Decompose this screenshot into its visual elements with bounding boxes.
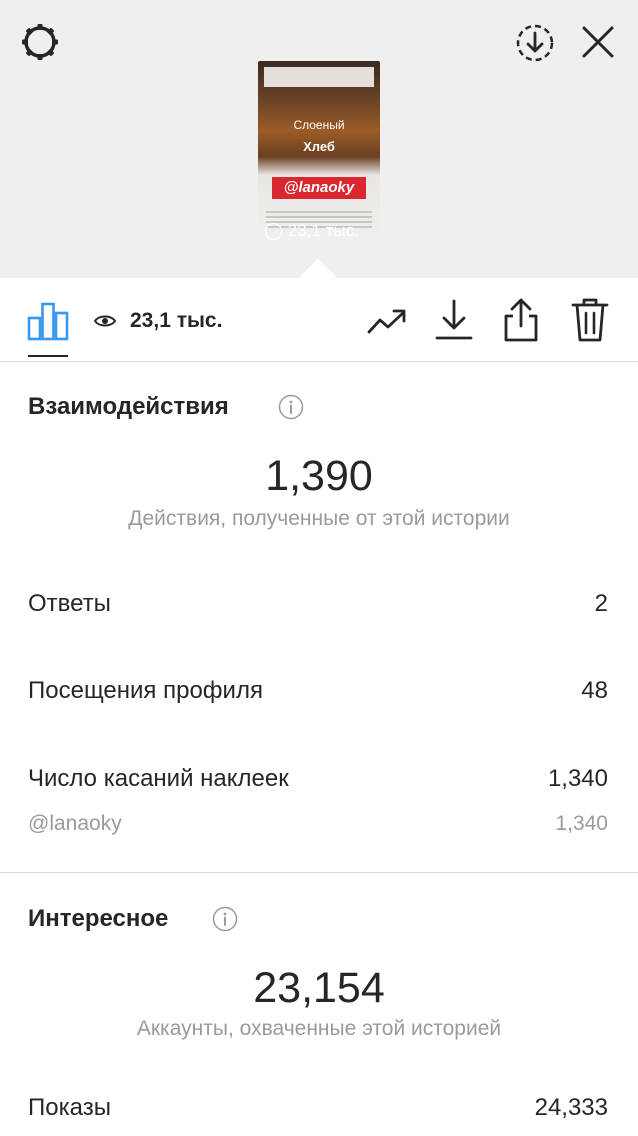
discovery-caption: Аккаунты, охваченные этой историей (136, 1017, 502, 1040)
thumbnail-views: ◯ 23,1 тыс. (264, 221, 359, 241)
sticker-taps-value: 1,340 (547, 765, 608, 792)
discovery-total: 23,154 (253, 964, 385, 1012)
replies-value: 2 (594, 590, 608, 617)
sticker-taps-label: Число касаний наклеек (28, 765, 289, 792)
download-icon[interactable] (434, 298, 474, 342)
views-count[interactable]: 23,1 тыс. (130, 309, 222, 333)
sticker-mention-value: 1,340 (555, 812, 608, 835)
close-icon[interactable] (580, 24, 616, 60)
impressions-value: 24,333 (534, 1094, 608, 1121)
profile-visits-value: 48 (581, 677, 608, 704)
settings-gear-icon[interactable] (18, 20, 62, 64)
thumbnail-text-2: Хлеб (303, 139, 335, 154)
eye-icon (94, 315, 116, 327)
thumbnail-eye-icon: ◯ (264, 221, 284, 240)
thumbnail-views-count: 23,1 тыс. (287, 221, 359, 240)
story-thumbnail[interactable]: Слоеный Хлеб @lanaoky ◯ 23,1 тыс. (258, 61, 380, 245)
info-icon[interactable] (278, 394, 304, 420)
replies-label: Ответы (28, 590, 111, 617)
share-icon[interactable] (500, 296, 542, 344)
trend-up-icon[interactable] (366, 304, 408, 338)
section-divider (0, 872, 638, 873)
thumbnail-text-1: Слоеный (293, 118, 345, 132)
interactions-title: Взаимодействия (28, 393, 229, 420)
impressions-label: Показы (28, 1094, 111, 1121)
insights-tab-indicator (28, 355, 68, 357)
thumbnail-mention-sticker: @lanaoky (272, 177, 366, 199)
trash-icon[interactable] (570, 296, 610, 344)
discovery-title: Интересное (28, 905, 169, 932)
interactions-caption: Действия, полученные от этой истории (128, 507, 510, 530)
thumbnail-header (264, 67, 374, 87)
profile-visits-label: Посещения профиля (28, 677, 263, 704)
download-circle-icon[interactable] (514, 22, 556, 64)
interactions-total: 1,390 (265, 452, 373, 500)
bar-chart-icon[interactable] (26, 300, 70, 342)
sticker-mention-label[interactable]: @lanaoky (28, 812, 122, 836)
info-icon[interactable] (212, 906, 238, 932)
